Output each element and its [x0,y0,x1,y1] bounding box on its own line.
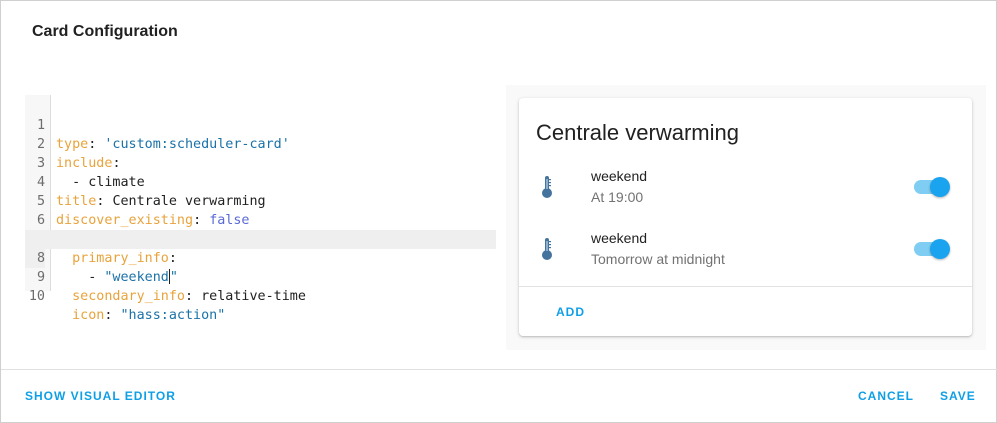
yaml-key: icon [72,308,105,323]
entry-toggle-switch[interactable] [914,238,950,260]
thermometer-icon [539,174,555,205]
code-line[interactable]: 5 discover_existing: false [25,173,496,228]
toggle-knob [930,239,950,259]
yaml-separator: : [104,308,121,323]
toggle-knob [930,177,950,197]
schedule-entry[interactable]: weekend Tomorrow at midnight [519,230,972,280]
line-number: 10 [28,289,45,304]
card-divider [519,286,972,287]
yaml-key: secondary_info [72,289,185,304]
footer-divider [1,369,997,370]
entry-subtitle: At 19:00 [591,189,644,205]
code-line[interactable]: 2 include: [25,116,496,171]
schedule-entry[interactable]: weekend At 19:00 [519,168,972,218]
entry-name: weekend [591,230,648,246]
entry-subtitle: Tomorrow at midnight [591,251,725,267]
thermometer-icon [539,236,555,267]
code-line[interactable]: 4 title: Centrale verwarming [25,154,496,209]
code-line[interactable]: 3 - climate [25,135,496,190]
code-line-active[interactable]: 8 - "weekend" [25,230,496,285]
entry-name: weekend [591,168,648,184]
show-visual-editor-button[interactable]: SHOW VISUAL EDITOR [25,389,176,403]
code-line[interactable]: 9 secondary_info: relative-time [25,249,496,304]
card-title: Centrale verwarming [536,120,739,145]
card-configuration-dialog: Card Configuration 1 type: 'custom:sched… [0,0,997,423]
yaml-indent [56,308,72,323]
yaml-value: relative-time [201,289,306,304]
yaml-code-editor[interactable]: 1 type: 'custom:scheduler-card' 2 includ… [25,95,496,323]
yaml-separator: : [185,289,202,304]
code-line[interactable]: 7 primary_info: [25,211,496,266]
yaml-value: "hass:action" [120,308,226,323]
code-line[interactable]: 1 type: 'custom:scheduler-card' [25,97,496,152]
entry-toggle-switch[interactable] [914,176,950,198]
cancel-button[interactable]: CANCEL [858,389,914,403]
save-button[interactable]: SAVE [940,389,976,403]
scheduler-card-preview: Centrale verwarming weekend At 19:00 wee… [519,98,972,336]
code-line[interactable]: 6 display_options: [25,192,496,247]
add-button[interactable]: ADD [556,305,585,319]
dialog-title: Card Configuration [32,23,178,40]
code-line[interactable]: 10 icon: "hass:action" [25,268,496,323]
